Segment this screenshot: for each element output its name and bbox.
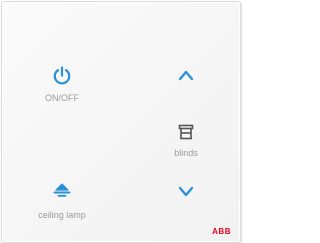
ceiling-lamp-label: ceiling lamp bbox=[38, 210, 86, 220]
ceiling-lamp-icon bbox=[53, 183, 71, 197]
triangle-down-icon bbox=[178, 186, 194, 197]
triangle-up-icon bbox=[178, 70, 194, 81]
blinds-down-button[interactable] bbox=[164, 178, 208, 208]
power-label: ON/OFF bbox=[45, 93, 79, 103]
power-icon bbox=[53, 66, 71, 85]
blinds-label: blinds bbox=[174, 148, 198, 158]
switch-panel: ON/OFF blinds ceiling lamp ABB bbox=[1, 1, 241, 243]
blinds-up-button[interactable] bbox=[164, 60, 208, 90]
blinds-icon bbox=[178, 124, 194, 140]
brand-logo: ABB bbox=[212, 227, 231, 236]
